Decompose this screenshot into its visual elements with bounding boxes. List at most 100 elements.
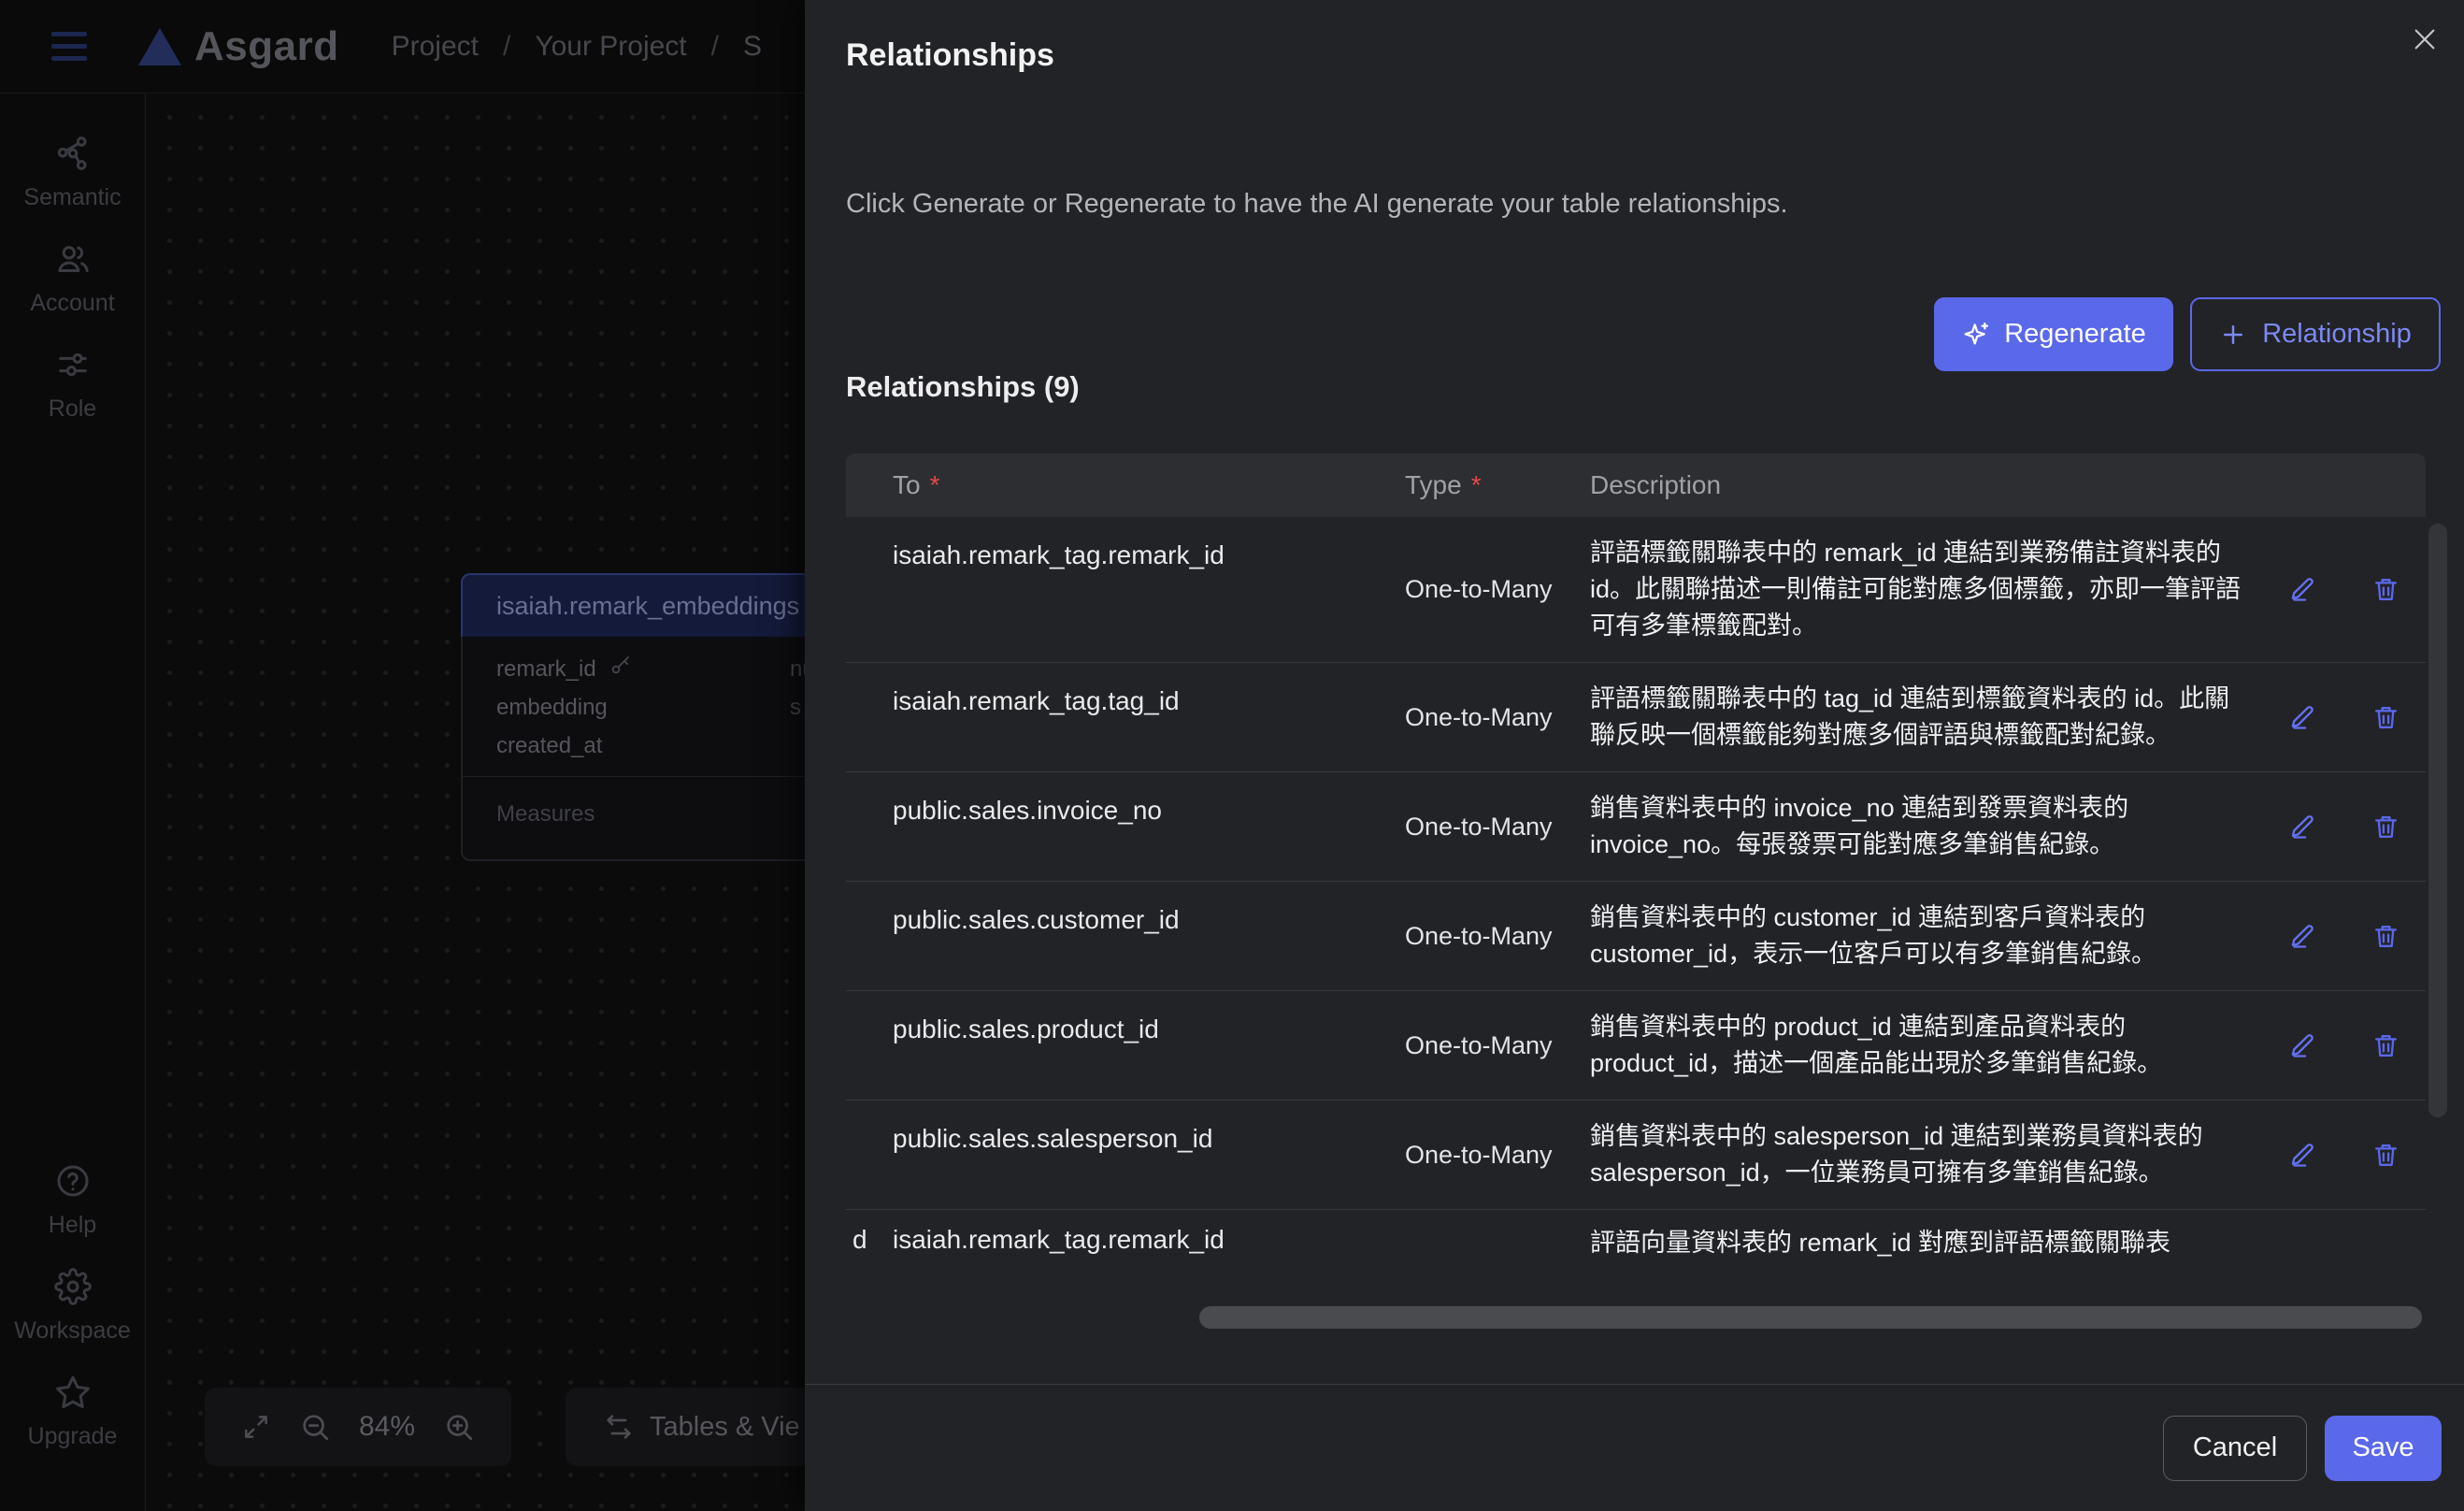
sidebar-item-upgrade[interactable]: Upgrade [0,1374,145,1479]
sidebar-item-help[interactable]: Help [0,1162,145,1268]
required-marker: * [1471,470,1482,500]
sidebar-item-account[interactable]: Account [0,240,145,346]
table-row-partial: disaiah.remark_tag.remark_id 評語向量資料表的 rem… [846,1210,2426,1315]
plus-icon [2219,321,2247,349]
delete-relationship-button[interactable] [2371,1031,2400,1060]
table-row: public.sales.customer_idOne-to-Many銷售資料表… [846,882,2426,991]
edit-relationship-button[interactable] [2288,575,2317,604]
table-row: public.sales.salesperson_idOne-to-Many銷售… [846,1101,2426,1210]
sidebar-item-label: Role [49,396,96,423]
cell-description: 評語標籤關聯表中的 remark_id 連結到業務備註資料表的 id。此關聯描述… [1576,517,2262,662]
sidebar-item-label: Help [49,1212,96,1239]
delete-relationship-button[interactable] [2371,1141,2400,1170]
cell-type: One-to-Many [1393,882,1576,990]
relationships-table: To*Type*Description isaiah.remark_tag.re… [846,453,2426,1344]
sidebar-item-label: Upgrade [28,1423,118,1450]
breadcrumb: Project / Your Project / S [392,31,762,63]
cell-description: 銷售資料表中的 customer_id 連結到客戶資料表的 customer_i… [1576,882,2262,990]
column-header-to: To* [846,470,1393,500]
workspace-icon [54,1268,92,1310]
cell-type: One-to-Many [1393,517,1576,662]
breadcrumb-item[interactable]: Your Project [535,31,686,63]
column-header-type: Type* [1393,470,1576,500]
sparkle-icon [1961,320,1991,350]
cell-description: 銷售資料表中的 invoice_no 連結到發票資料表的 invoice_no。… [1576,772,2262,881]
breadcrumb-item[interactable]: Project [392,31,479,63]
cell-type: One-to-Many [1393,1101,1576,1209]
sidebar: Semantic Account Role Help Workspace Upgrade [0,94,146,1511]
save-button[interactable]: Save [2325,1416,2442,1481]
close-icon[interactable] [2410,24,2440,57]
hamburger-menu-icon[interactable] [51,32,87,61]
cell-description: 銷售資料表中的 salesperson_id 連結到業務員資料表的 salesp… [1576,1101,2262,1209]
help-icon [54,1162,92,1204]
swap-arrows-icon [603,1411,635,1443]
cell-to: public.sales.customer_id [846,882,1393,990]
zoom-out-icon[interactable] [299,1411,331,1443]
vertical-scrollbar[interactable] [2428,524,2447,1117]
delete-relationship-button[interactable] [2371,575,2400,604]
zoom-toolbar: 84% [205,1388,511,1466]
sidebar-item-semantic[interactable]: Semantic [0,135,145,240]
cell-type: One-to-Many [1393,991,1576,1100]
cell-type: One-to-Many [1393,772,1576,881]
field-name: embedding [496,695,608,721]
add-relationship-button[interactable]: Relationship [2190,297,2441,371]
sidebar-item-workspace[interactable]: Workspace [0,1268,145,1374]
drawer-title: Relationships [846,37,1054,74]
app-screen: Asgard Project / Your Project / S Semantic Ac… [0,0,2464,1511]
cell-description: 評語向量資料表的 remark_id 對應到評語標籤關聯表 [1576,1210,2262,1315]
cell-to: isaiah.remark_tag.remark_id [846,517,1393,662]
delete-relationship-button[interactable] [2371,922,2400,951]
breadcrumb-item[interactable]: S [743,31,762,63]
field-name: created_at [496,733,602,759]
semantic-icon [54,135,92,177]
cell-type [1393,1210,1576,1315]
relationships-drawer: Relationships Click Generate or Regenera… [805,0,2464,1511]
delete-relationship-button[interactable] [2371,813,2400,842]
cell-to: public.sales.invoice_no [846,772,1393,881]
cell-type: One-to-Many [1393,663,1576,771]
account-icon [54,240,92,282]
sidebar-item-label: Account [30,290,114,317]
cell-description: 銷售資料表中的 product_id 連結到產品資料表的 product_id，… [1576,991,2262,1100]
edit-relationship-button[interactable] [2288,813,2317,842]
relationships-count-title: Relationships (9) [846,370,1080,404]
field-type: s [790,695,801,721]
table-row: public.sales.product_idOne-to-Many銷售資料表中… [846,991,2426,1101]
table-row: isaiah.remark_tag.tag_idOne-to-Many評語標籤關… [846,663,2426,772]
delete-relationship-button[interactable] [2371,703,2400,732]
table-row: public.sales.invoice_noOne-to-Many銷售資料表中… [846,772,2426,882]
sidebar-item-label: Semantic [23,184,121,211]
horizontal-scrollbar[interactable] [1199,1306,2422,1329]
regenerate-button[interactable]: Regenerate [1934,297,2173,371]
role-icon [54,346,92,388]
tables-views-label: Tables & Vie [650,1412,800,1443]
brand-name: Asgard [194,23,339,70]
column-header-description: Description [1576,470,2262,500]
edit-relationship-button[interactable] [2288,922,2317,951]
cancel-button[interactable]: Cancel [2163,1416,2307,1481]
edit-relationship-button[interactable] [2288,703,2317,732]
sidebar-item-label: Workspace [14,1317,131,1345]
zoom-level: 84% [359,1411,415,1443]
from-column-fragment: d [852,1225,867,1255]
field-name: remark_id [496,656,596,683]
upgrade-icon [54,1374,92,1416]
cell-to: isaiah.remark_tag.tag_id [846,663,1393,771]
sidebar-item-role[interactable]: Role [0,346,145,452]
edit-relationship-button[interactable] [2288,1031,2317,1060]
cell-to: public.sales.product_id [846,991,1393,1100]
drawer-footer: Cancel Save [805,1384,2464,1511]
cell-to: public.sales.salesperson_id [846,1101,1393,1209]
fit-view-icon[interactable] [241,1412,271,1442]
zoom-in-icon[interactable] [443,1411,475,1443]
breadcrumb-separator: / [503,31,510,63]
breadcrumb-separator: / [711,31,719,63]
cell-to: isaiah.remark_tag.remark_id [846,1210,1393,1315]
cell-description: 評語標籤關聯表中的 tag_id 連結到標籤資料表的 id。此關聯反映一個標籤能… [1576,663,2262,771]
table-header-row: To*Type*Description [846,453,2426,517]
table-node-title: isaiah.remark_embeddings [496,592,799,621]
table-row: isaiah.remark_tag.remark_idOne-to-Many評語… [846,517,2426,663]
edit-relationship-button[interactable] [2288,1141,2317,1170]
